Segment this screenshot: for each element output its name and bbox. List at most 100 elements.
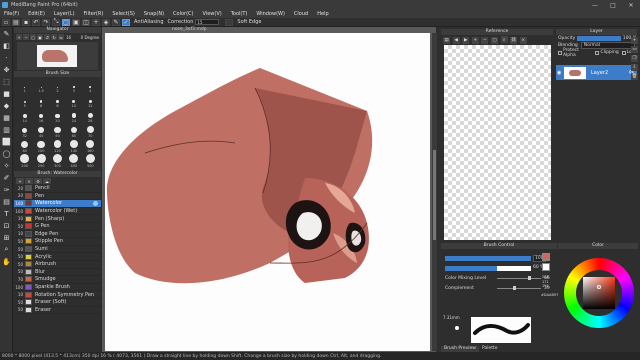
fit-icon[interactable]: ▢	[30, 34, 36, 40]
menu-snap[interactable]: Snap(N)	[144, 11, 164, 17]
undo-icon[interactable]: ↶	[32, 18, 40, 26]
brush-size-option[interactable]: 5	[17, 94, 32, 108]
brush-list-item[interactable]: 10 Rotation Symmetry Pen	[14, 291, 101, 299]
brush-size-option[interactable]: 70	[83, 124, 98, 138]
magic-wand-icon[interactable]: ✧	[1, 160, 12, 171]
brush-list-item[interactable]: 100 Watercolor (Wet)	[14, 208, 101, 216]
brush-list-item[interactable]: 50 Stipple Pen	[14, 238, 101, 246]
brush-size-option[interactable]: 32	[17, 124, 32, 138]
brush-size-option[interactable]: 2	[50, 79, 65, 93]
brush-size-option[interactable]: 24	[66, 109, 81, 123]
menu-edit[interactable]: Edit(E)	[28, 11, 45, 17]
zoom-in-icon[interactable]: +	[16, 34, 22, 40]
brush-list-item[interactable]: 50 Sumi	[14, 246, 101, 254]
close-icon[interactable]: ×	[519, 36, 527, 44]
soft-edge-checkbox[interactable]	[225, 18, 234, 26]
brush-list-item[interactable]: 10 Edge Pen	[14, 230, 101, 239]
lasso-tool-icon[interactable]: ◯	[1, 148, 12, 159]
protect-alpha-checkbox[interactable]	[558, 50, 562, 55]
brush-size-option[interactable]: 160	[83, 139, 98, 153]
brush-list-item[interactable]: 20 Pencil	[14, 185, 101, 193]
menu-filter[interactable]: Filter(R)	[84, 11, 104, 17]
select-all-icon[interactable]: ▢	[62, 18, 70, 26]
close-button[interactable]: ✕	[622, 0, 640, 10]
menu-color[interactable]: Color(C)	[173, 11, 193, 17]
brush-size-option[interactable]: 60	[66, 124, 81, 138]
brush-list-item[interactable]: 50 Eraser	[14, 306, 101, 315]
add-brush-icon[interactable]: +	[16, 178, 24, 184]
brush-size-option[interactable]: 140	[66, 139, 81, 153]
brush-list-item[interactable]: 50 G Pen	[14, 223, 101, 231]
brush-size-option[interactable]: 1	[17, 79, 32, 93]
flip-icon[interactable]: ⇋	[58, 34, 64, 40]
open-reference-icon[interactable]: ▤	[443, 36, 450, 44]
redo-icon[interactable]: ↷	[42, 18, 50, 26]
fill-icon[interactable]: ◈	[102, 18, 110, 26]
ruler-tool-icon[interactable]: ⊞	[1, 232, 12, 243]
lock-checkbox[interactable]	[621, 50, 626, 55]
brush-size-option[interactable]: 50	[50, 124, 65, 138]
actual-size-icon[interactable]: ▣	[37, 34, 43, 40]
brush-size-option[interactable]: 100	[33, 139, 48, 153]
menu-select[interactable]: Select(S)	[112, 11, 135, 17]
divide-tool-icon[interactable]: ▤	[1, 196, 12, 207]
canvas[interactable]	[105, 33, 430, 351]
complement-slider-handle[interactable]	[513, 286, 516, 290]
eyedropper-icon[interactable]: ⌕	[1, 244, 12, 255]
brush-list-item[interactable]: 70 Smudge	[14, 276, 101, 284]
invert-selection-icon[interactable]: ◫	[82, 18, 90, 26]
brush-list-item[interactable]: 100 Sparkle Brush	[14, 284, 101, 292]
saturation-value-square[interactable]	[583, 277, 615, 309]
menu-file[interactable]: File(F)	[4, 11, 19, 17]
brush-size-option[interactable]: 1.5	[33, 79, 48, 93]
brush-size-option[interactable]: 120	[50, 139, 65, 153]
layer-item[interactable]: ◉ Layer2 ⚙	[556, 65, 637, 80]
cloud-brush-icon[interactable]: ☁	[43, 178, 51, 184]
brush-opacity-slider[interactable]	[445, 266, 497, 271]
shape-tool-icon[interactable]: ■	[1, 88, 12, 99]
brush-size-option[interactable]: 28	[83, 109, 98, 123]
hand-tool-icon[interactable]: ✋	[1, 256, 12, 267]
opacity-slider[interactable]	[577, 36, 621, 41]
back-icon[interactable]: ◀	[452, 36, 460, 44]
complement-slider[interactable]	[497, 288, 541, 289]
transform-icon[interactable]: ⤡	[52, 18, 60, 26]
brush-size-option[interactable]: 40	[33, 124, 48, 138]
text-tool-icon[interactable]: T	[1, 208, 12, 219]
select-pen-icon[interactable]: ✐	[1, 172, 12, 183]
eraser-tool-icon[interactable]: ◧	[1, 40, 12, 51]
brush-size-option[interactable]: 4	[83, 79, 98, 93]
brush-size-slider[interactable]	[445, 256, 531, 261]
brush-tool-icon[interactable]: ✎	[112, 18, 120, 26]
brush-list-item[interactable]: 50 Airbrush	[14, 261, 101, 269]
brush-size-option[interactable]: 12	[83, 94, 98, 108]
menu-help[interactable]: Help	[317, 11, 328, 17]
bucket-tool-icon[interactable]: ▥	[1, 124, 12, 135]
brush-list-item[interactable]: 100 Watercolor	[14, 200, 101, 208]
fill-tool-icon[interactable]: ◆	[1, 100, 12, 111]
brush-list-item[interactable]: 50 Eraser (Soft)	[14, 299, 101, 307]
brush-size-option[interactable]: 500	[83, 154, 98, 168]
maximize-button[interactable]: □	[604, 0, 622, 10]
link-icon[interactable]: ⛓	[510, 36, 518, 44]
menu-window[interactable]: Window(W)	[256, 11, 285, 17]
correction-select[interactable]: 15	[195, 19, 220, 25]
eyedropper-icon[interactable]: ⌕	[500, 36, 508, 43]
brush-size-option[interactable]: 14	[17, 109, 32, 123]
brush-size-option[interactable]: 250	[33, 154, 48, 168]
brush-list-item[interactable]: 50 Blur	[14, 268, 101, 277]
brush-tool-icon[interactable]: ✎	[1, 28, 12, 39]
menu-layer[interactable]: Layer(L)	[54, 11, 75, 17]
brush-size-option[interactable]: 8	[50, 94, 65, 108]
gradient-tool-icon[interactable]: ▦	[1, 112, 12, 123]
select-eraser-icon[interactable]: ✑	[1, 184, 12, 195]
brush-opacity-track[interactable]	[497, 266, 531, 271]
transform-tool-icon[interactable]: ⬚	[1, 76, 12, 87]
brush-settings-icon[interactable]: ⚙	[34, 178, 42, 184]
brush-size-option[interactable]: 200	[17, 154, 32, 168]
zoom-in-icon[interactable]: +	[471, 36, 479, 44]
brush-size-option[interactable]: 10	[66, 94, 81, 108]
brush-size-option[interactable]: 300	[50, 154, 65, 168]
canvas-scrollbar-thumb[interactable]	[433, 150, 436, 240]
mixing-slider-handle[interactable]	[528, 276, 531, 280]
